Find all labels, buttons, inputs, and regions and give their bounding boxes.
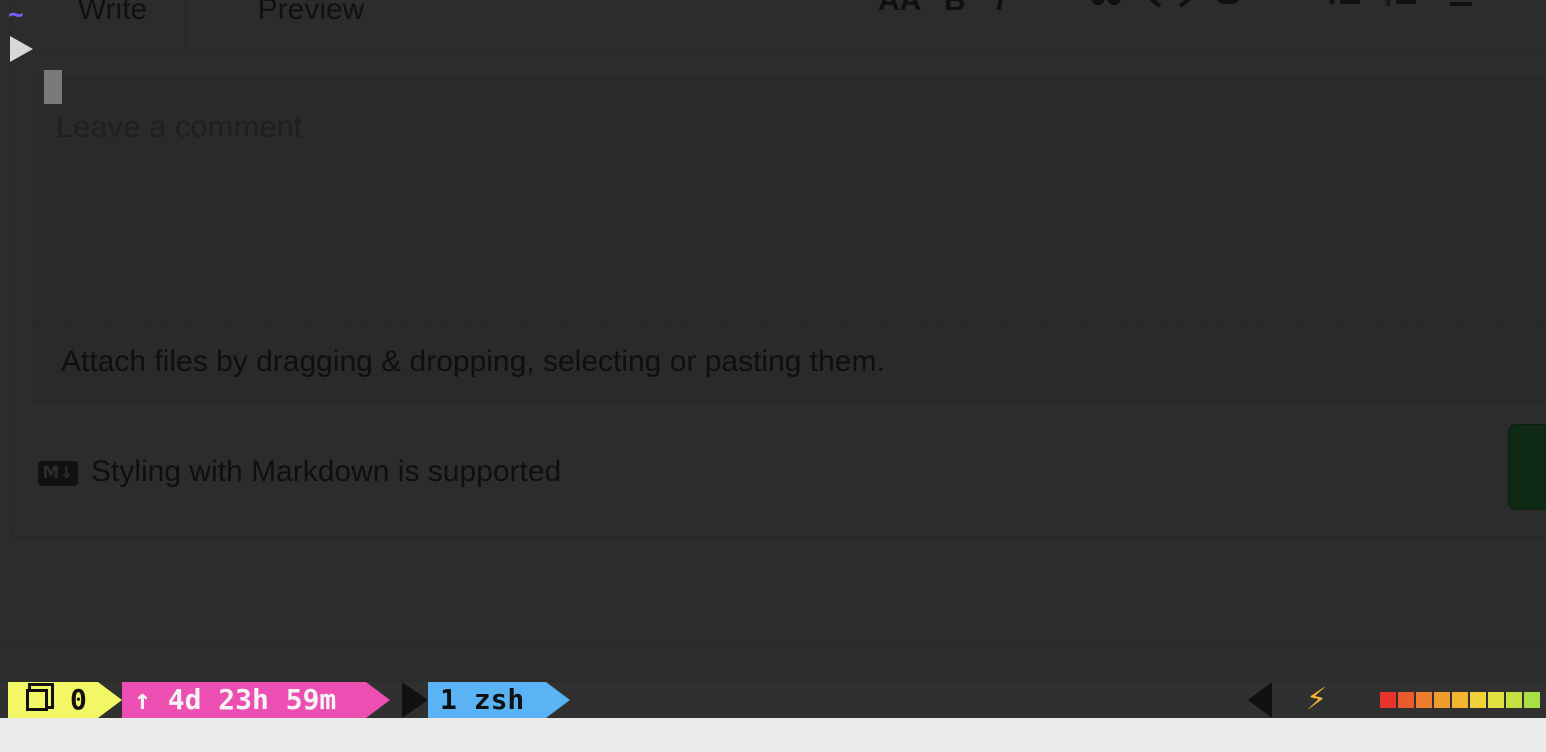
separator-left-arrow-icon xyxy=(1248,682,1272,718)
comment-textarea[interactable]: Leave a comment xyxy=(34,79,1546,326)
task-list-icon[interactable] xyxy=(1448,0,1474,20)
svg-text:3: 3 xyxy=(1384,0,1391,9)
link-icon[interactable] xyxy=(1214,0,1244,20)
comment-placeholder: Leave a comment xyxy=(56,109,303,144)
separator-arrow-icon xyxy=(402,682,428,718)
battery-meter xyxy=(1380,692,1546,744)
terminal-cursor xyxy=(44,70,62,104)
code-icon[interactable] xyxy=(1148,0,1192,20)
battery-cell xyxy=(1380,692,1396,708)
bullet-list-icon[interactable] xyxy=(1328,0,1362,20)
comment-box: Leave a comment Attach files by dragging… xyxy=(33,78,1546,403)
divider xyxy=(0,640,1546,641)
quote-icon[interactable] xyxy=(1090,0,1124,20)
battery-cell xyxy=(1452,692,1468,708)
numbered-list-icon[interactable]: 3 xyxy=(1384,0,1418,20)
tab-write[interactable]: Write xyxy=(40,0,186,52)
heading-tool-button[interactable]: AA xyxy=(878,0,921,16)
battery-cell xyxy=(1470,692,1486,708)
prompt-tilde: ~ xyxy=(8,0,24,30)
battery-cell xyxy=(1434,692,1450,708)
markdown-icon: M↓ xyxy=(38,461,78,486)
battery-cell xyxy=(1416,692,1432,708)
battery-cell xyxy=(1398,692,1414,708)
italic-tool-button[interactable]: I xyxy=(996,0,1004,16)
separator-arrow-icon xyxy=(366,682,390,718)
battery-cell xyxy=(1524,692,1540,708)
prompt-arrow-icon xyxy=(10,36,33,62)
markdown-support-link[interactable]: Styling with Markdown is supported xyxy=(91,455,561,489)
attach-files-text[interactable]: Attach files by dragging & dropping, sel… xyxy=(61,345,885,379)
tmux-status-bar: 0 ↑ 4d 23h 59m 1 zsh ⚡ xyxy=(0,682,1546,744)
battery-cell xyxy=(1506,692,1522,708)
window-icon xyxy=(26,689,48,711)
separator-arrow-icon xyxy=(546,682,570,718)
separator-arrow-icon xyxy=(98,682,122,718)
window-tab-zsh[interactable]: 1 zsh xyxy=(428,682,546,718)
battery-cell xyxy=(1488,692,1504,708)
uptime-segment: ↑ 4d 23h 59m xyxy=(122,682,366,718)
comment-submit-button[interactable] xyxy=(1508,424,1546,510)
session-segment[interactable]: 0 xyxy=(8,682,98,718)
session-count: 0 xyxy=(70,683,87,716)
bottom-strip xyxy=(0,718,1546,752)
editor-tabstrip: Write Preview AA B I 3 xyxy=(40,0,1546,53)
power-icon: ⚡ xyxy=(1306,682,1328,717)
bold-tool-button[interactable]: B xyxy=(944,0,966,16)
tab-preview[interactable]: Preview xyxy=(226,0,396,52)
screen: ~ Write Preview AA B I 3 Leave a comment… xyxy=(0,0,1546,752)
